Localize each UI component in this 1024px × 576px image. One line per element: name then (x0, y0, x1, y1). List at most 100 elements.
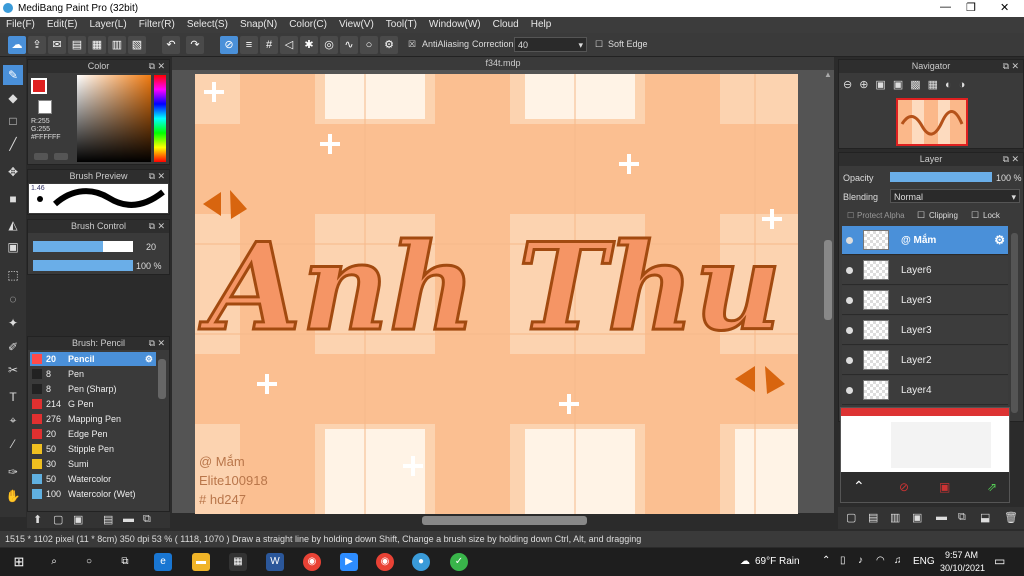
canvas-vertical-scrollbar[interactable] (824, 240, 832, 320)
layer-opacity-slider[interactable] (890, 172, 992, 182)
brush-item[interactable]: 50 Stipple Pen (30, 442, 156, 456)
visibility-eye-icon[interactable] (846, 326, 853, 334)
snap-curve-icon[interactable]: ∿ (340, 36, 358, 54)
soft-edge-checkbox[interactable]: ☐ (595, 39, 603, 50)
scroll-up-icon[interactable]: ▲ (824, 70, 834, 82)
lock-checkbox[interactable]: ☐ (971, 210, 979, 221)
upload-icon[interactable]: ▤ (68, 36, 86, 54)
notification-icon[interactable]: ▭ (994, 554, 1005, 568)
divide-tool-icon[interactable]: ✑ (3, 462, 23, 482)
undo-icon[interactable]: ↶ (162, 36, 180, 54)
cortana-icon[interactable]: ○ (80, 553, 98, 571)
text-tool-icon[interactable]: T (3, 387, 23, 407)
share-icon[interactable]: ⇪ (28, 36, 46, 54)
grid-icon[interactable]: ▥ (108, 36, 126, 54)
word-icon[interactable]: W (266, 553, 284, 571)
menu-select[interactable]: Select(S) (181, 17, 234, 33)
microphone-icon[interactable]: ♪ (858, 555, 863, 566)
menu-color[interactable]: Color(C) (283, 17, 333, 33)
snap-off-icon[interactable]: ⊘ (220, 36, 238, 54)
hand-tool-icon[interactable]: ✋ (3, 486, 23, 506)
layer-row[interactable]: Layer3 (842, 286, 1008, 315)
popout-icon[interactable]: ⧉ (1003, 60, 1009, 73)
snap-parallel-icon[interactable]: ≡ (240, 36, 258, 54)
popout-icon[interactable]: ⧉ (149, 170, 155, 183)
menu-filter[interactable]: Filter(R) (133, 17, 181, 33)
canvas-horizontal-scrollbar[interactable] (422, 516, 587, 525)
maximize-icon[interactable]: ❐ (966, 1, 976, 14)
file-explorer-icon[interactable]: ▬ (192, 553, 210, 571)
snap-radial-icon[interactable]: ✱ (300, 36, 318, 54)
visibility-eye-icon[interactable] (846, 356, 853, 364)
select-tool-icon[interactable]: ⬚ (3, 265, 23, 285)
wifi-icon[interactable]: ◠ (876, 555, 885, 566)
select-pen-icon[interactable]: ✐ (3, 337, 23, 357)
layer-row[interactable]: Layer6 (842, 256, 1008, 285)
merge-layer-icon[interactable]: ⬓ (980, 511, 990, 524)
duplicate-layer-icon[interactable]: ⧉ (958, 511, 966, 524)
cloud-icon[interactable]: ☁ (8, 36, 26, 54)
background-color-swatch[interactable] (38, 100, 52, 114)
popout-icon[interactable]: ⧉ (1003, 153, 1009, 166)
windows-start-icon[interactable]: ⊞ (10, 553, 28, 571)
layer-list-scrollbar[interactable] (1011, 233, 1018, 413)
close-icon[interactable]: ✕ (157, 60, 165, 73)
menu-snap[interactable]: Snap(N) (234, 17, 283, 33)
new-halftone-layer-icon[interactable]: ▤ (868, 511, 878, 524)
move-tool-icon[interactable]: ✥ (3, 162, 23, 182)
brush-item[interactable]: 100 Watercolor (Wet) (30, 487, 156, 501)
minimize-icon[interactable]: — (940, 1, 951, 13)
brush-list-scrollbar[interactable] (158, 359, 166, 399)
comment-icon[interactable]: ✉ (48, 36, 66, 54)
magic-wand-icon[interactable]: ✦ (3, 313, 23, 333)
weather-icon[interactable]: ☁ (740, 556, 750, 567)
task-view-icon[interactable]: ⧉ (116, 553, 134, 571)
protect-alpha-checkbox[interactable]: ☐ (847, 211, 854, 220)
menu-edit[interactable]: Edit(E) (41, 17, 84, 33)
dot-tool-icon[interactable]: □ (3, 111, 23, 131)
redo-icon[interactable]: ↷ (186, 36, 204, 54)
visibility-eye-icon[interactable] (846, 296, 853, 304)
menu-window[interactable]: Window(W) (423, 17, 487, 33)
menu-layer[interactable]: Layer(L) (83, 17, 132, 33)
folder-icon[interactable]: ▬ (936, 511, 947, 523)
document-tab[interactable]: f34t.mdp (172, 57, 834, 70)
tray-chevron-up-icon[interactable]: ⌃ (822, 555, 830, 566)
layer-row[interactable]: Layer2 (842, 346, 1008, 375)
close-icon[interactable]: ✕ (157, 220, 165, 233)
eraser-tool-icon[interactable]: ◆ (3, 88, 23, 108)
app-icon[interactable]: ✓ (450, 553, 468, 571)
brush-item[interactable]: 8 Pen (Sharp) (30, 382, 156, 396)
store-icon[interactable]: ▦ (229, 553, 247, 571)
export-icon[interactable]: ▧ (128, 36, 146, 54)
delete-layer-icon[interactable]: 🗑 (1004, 511, 1018, 524)
popout-icon[interactable]: ⧉ (149, 220, 155, 233)
clipping-checkbox[interactable]: ☐ (917, 210, 925, 221)
bucket-tool-icon[interactable]: ◭ (3, 215, 23, 235)
brush-size-slider[interactable] (33, 241, 133, 252)
chrome-icon[interactable]: ◉ (376, 553, 394, 571)
layer-menu-icon[interactable]: ▣ (912, 511, 922, 524)
close-icon[interactable]: ✕ (1011, 60, 1019, 73)
navigator-zoom-controls[interactable]: ⊖⊕▣▣▩▦◐◑ (843, 78, 1023, 94)
zoom-icon[interactable]: ▶ (340, 553, 358, 571)
eyedropper-icon[interactable]: ⁄ (3, 434, 23, 454)
close-icon[interactable]: ✕ (157, 170, 165, 183)
saturation-value-picker[interactable] (77, 75, 151, 162)
new-brush-icon[interactable]: ▢ (53, 513, 63, 526)
copy-brush-icon[interactable]: ▤ (103, 513, 113, 526)
antialias-checkbox[interactable]: ☒ (408, 39, 416, 50)
brush-item[interactable]: 214 G Pen (30, 397, 156, 411)
close-icon[interactable]: ✕ (1000, 1, 1009, 14)
foreground-color-swatch[interactable] (31, 78, 47, 94)
line-tool-icon[interactable]: ╱ (3, 134, 23, 154)
clock-time[interactable]: 9:57 AM (945, 550, 978, 560)
popout-icon[interactable]: ⧉ (149, 337, 155, 350)
add-color-button[interactable] (34, 153, 48, 160)
menu-cloud[interactable]: Cloud (487, 17, 525, 33)
clock-date[interactable]: 30/10/2021 (940, 563, 985, 573)
folder-icon[interactable]: ▬ (123, 513, 134, 525)
select-eraser-icon[interactable]: ✂ (3, 360, 23, 380)
new-8bit-layer-icon[interactable]: ▥ (890, 511, 900, 524)
popout-icon[interactable]: ⧉ (149, 60, 155, 73)
